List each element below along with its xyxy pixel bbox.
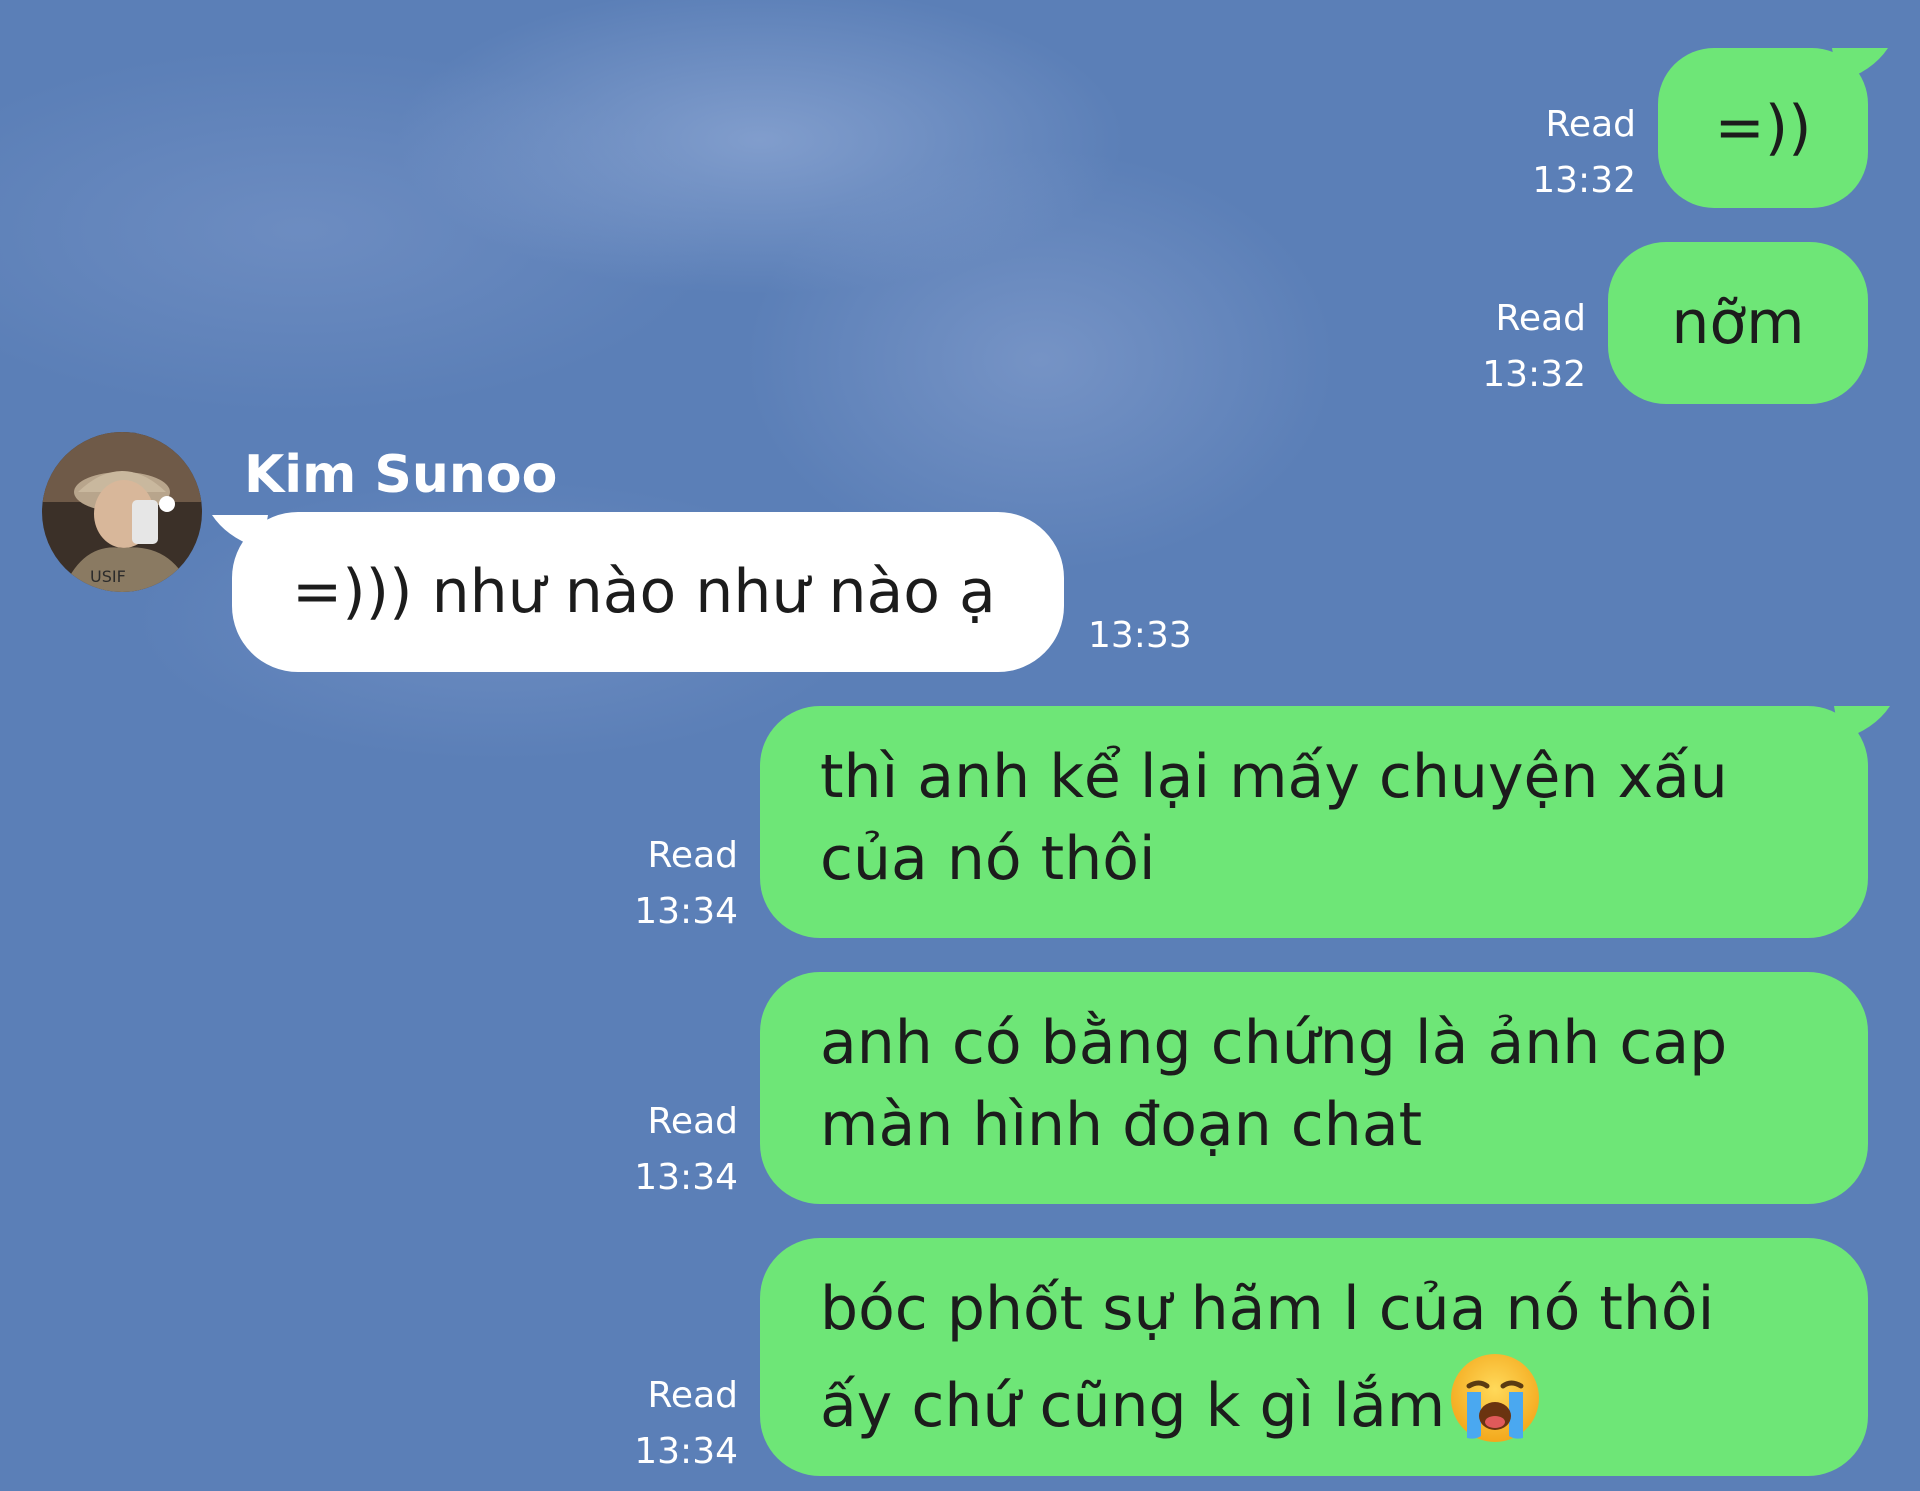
chat-background: Read 13:32 =)) Read 13:32 nỡm USIF Kim S… — [0, 0, 1920, 1491]
svg-text:USIF: USIF — [90, 567, 126, 586]
outgoing-message-bubble[interactable]: thì anh kể lại mấy chuyện xấu của nó thô… — [760, 706, 1868, 938]
message-text: =)) — [1714, 93, 1812, 163]
bubble-tail — [1834, 706, 1890, 740]
message-status: Read 13:32 — [1460, 291, 1586, 403]
message-time: 13:34 — [634, 891, 738, 932]
message-time: 13:33 — [1088, 615, 1192, 656]
read-receipt: Read — [647, 835, 738, 876]
incoming-message-bubble[interactable]: =))) như nào như nào ạ — [232, 512, 1064, 672]
message-time: 13:34 — [634, 1157, 738, 1198]
outgoing-message-bubble[interactable]: bóc phốt sự hãm l của nó thôi ấy chứ cũn… — [760, 1238, 1868, 1476]
message-text-line: bóc phốt sự hãm l của nó thôi — [820, 1274, 1715, 1344]
message-status: Read 13:34 — [600, 1094, 738, 1206]
read-receipt: Read — [647, 1375, 738, 1416]
outgoing-message-bubble[interactable]: nỡm — [1608, 242, 1868, 404]
message-status: Read 13:32 — [1510, 97, 1636, 209]
message-time: 13:32 — [1482, 354, 1586, 395]
message-time: 13:32 — [1532, 160, 1636, 201]
sender-name[interactable]: Kim Sunoo — [244, 444, 557, 506]
message-text: ấy chứ cũng k gì lắm — [820, 1371, 1446, 1441]
loudly-crying-face-emoji-icon — [1451, 1354, 1540, 1442]
read-receipt: Read — [647, 1101, 738, 1142]
avatar-photo-icon: USIF — [42, 432, 202, 592]
message-status: Read 13:34 — [600, 828, 738, 940]
message-text: anh có bằng chứng là ảnh cap màn hình đo… — [820, 1008, 1728, 1160]
contact-avatar[interactable]: USIF — [42, 432, 202, 592]
read-receipt: Read — [1495, 298, 1586, 339]
message-time: 13:34 — [634, 1431, 738, 1472]
message-status: Read 13:34 — [600, 1368, 738, 1480]
message-text-line-with-emoji: ấy chứ cũng k gì lắm — [820, 1352, 1868, 1449]
bubble-tail — [1832, 48, 1888, 82]
read-receipt: Read — [1545, 104, 1636, 145]
message-text: =))) như nào như nào ạ — [292, 557, 996, 627]
outgoing-message-bubble[interactable]: anh có bằng chứng là ảnh cap màn hình đo… — [760, 972, 1868, 1204]
message-text: nỡm — [1671, 288, 1805, 358]
message-text: thì anh kể lại mấy chuyện xấu của nó thô… — [820, 742, 1728, 894]
